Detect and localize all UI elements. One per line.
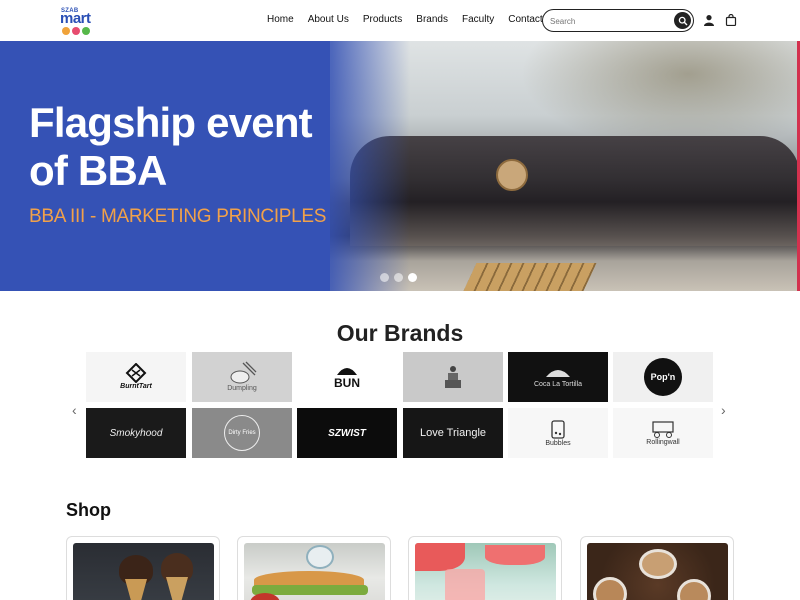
hero-subtitle: BBA III - MARKETING PRINCIPLES (29, 206, 327, 227)
carousel-indicators (380, 273, 417, 282)
brand-name: BUN (334, 376, 360, 390)
shop-section-title: Shop (66, 500, 111, 520)
hero-photo-bench (463, 263, 597, 291)
navbar: SZAB mart Home About Us Products Brands … (0, 0, 800, 41)
watermelon-drink-image (415, 543, 556, 600)
nav-home[interactable]: Home (267, 14, 294, 25)
search-button[interactable] (674, 12, 691, 29)
szabmart-logo[interactable]: SZAB mart (60, 8, 100, 38)
hero-photo-crowd (350, 136, 800, 246)
carousel-dot-3[interactable] (408, 273, 417, 282)
brand-name: Coca La Tortilla (533, 381, 583, 388)
hero-carousel: Flagship event of BBA BBA III - MARKETIN… (0, 41, 800, 291)
logo-dot-orange (62, 27, 70, 35)
ice-cream-image (73, 543, 214, 600)
logo-dot-pink (72, 27, 80, 35)
popn-logo-badge: Pop'n (644, 358, 682, 396)
brand-tile-bun[interactable]: BUN (297, 352, 397, 402)
logo-dot-green (82, 27, 90, 35)
bubbles-logo-icon (551, 420, 565, 439)
nav-faculty[interactable]: Faculty (462, 14, 494, 25)
shop-card-ice-cream[interactable] (66, 536, 220, 600)
tortilla-logo-icon (546, 370, 570, 377)
search-icon (678, 16, 687, 25)
brand-name: SZWIST (328, 427, 366, 439)
nav-links: Home About Us Products Brands Faculty Co… (262, 14, 543, 25)
nav-products[interactable]: Products (363, 14, 402, 25)
shop-card-sandwich[interactable] (237, 536, 391, 600)
shop-card-coffee[interactable] (580, 536, 734, 600)
search-bar (542, 9, 694, 32)
brand-tile-coca-la-tortilla[interactable]: Coca La Tortilla (508, 352, 608, 402)
brands-prev-arrow[interactable]: ‹ (72, 402, 77, 418)
cake-logo-icon (445, 366, 461, 388)
brand-name: Smokyhood (109, 427, 163, 439)
brand-tile-smokyhood[interactable]: Smokyhood (86, 408, 186, 458)
nav-brands[interactable]: Brands (416, 14, 448, 25)
sandwich-image (244, 543, 385, 600)
user-icon[interactable] (703, 14, 715, 26)
brand-name: BurntTart (120, 383, 152, 390)
brand-name: Bubbles (545, 440, 571, 447)
brand-name: Dumpling (227, 385, 257, 392)
carousel-dot-2[interactable] (394, 273, 403, 282)
brands-grid: BurntTart Dumpling BUN Coca La Tortilla … (86, 352, 716, 460)
brand-tile-szwist[interactable]: SZWIST (297, 408, 397, 458)
brand-tile-love-triangle[interactable]: Love Triangle (403, 408, 503, 458)
brand-tile-bubbles[interactable]: Bubbles (508, 408, 608, 458)
food-cart-logo-icon (652, 421, 674, 438)
brand-name: Pop'n (650, 372, 676, 382)
brand-tile-dirty-fries[interactable]: Dirty Fries (192, 408, 292, 458)
nav-contact[interactable]: Contact (508, 14, 542, 25)
brand-tile-popn[interactable]: Pop'n (613, 352, 713, 402)
hero-photo-trees (520, 41, 800, 151)
dumpling-logo-icon (230, 361, 257, 384)
brands-section-title: Our Brands (336, 320, 464, 346)
logo-dots (62, 27, 90, 35)
carousel-dot-1[interactable] (380, 273, 389, 282)
brand-tile-cake[interactable] (403, 352, 503, 402)
burnttart-logo-icon (125, 363, 147, 383)
hero-photo-board (496, 159, 528, 191)
brand-name: Love Triangle (419, 427, 487, 439)
hero-title: Flagship event of BBA (29, 99, 313, 194)
brand-tile-dumpling[interactable]: Dumpling (192, 352, 292, 402)
coffee-image (587, 543, 728, 600)
nav-about-us[interactable]: About Us (308, 14, 349, 25)
brand-name: Dirty Fries (228, 430, 256, 436)
brand-name: Rollingwall (646, 439, 680, 446)
logo-mart-text: mart (60, 10, 91, 27)
cart-icon[interactable] (725, 14, 737, 26)
search-input[interactable] (550, 14, 670, 28)
brands-next-arrow[interactable]: › (721, 402, 726, 418)
shop-card-watermelon-drink[interactable] (408, 536, 562, 600)
brand-tile-burnttart[interactable]: BurntTart (86, 352, 186, 402)
dirty-fries-logo-badge: Dirty Fries (224, 415, 260, 451)
brand-tile-rollingwall[interactable]: Rollingwall (613, 408, 713, 458)
